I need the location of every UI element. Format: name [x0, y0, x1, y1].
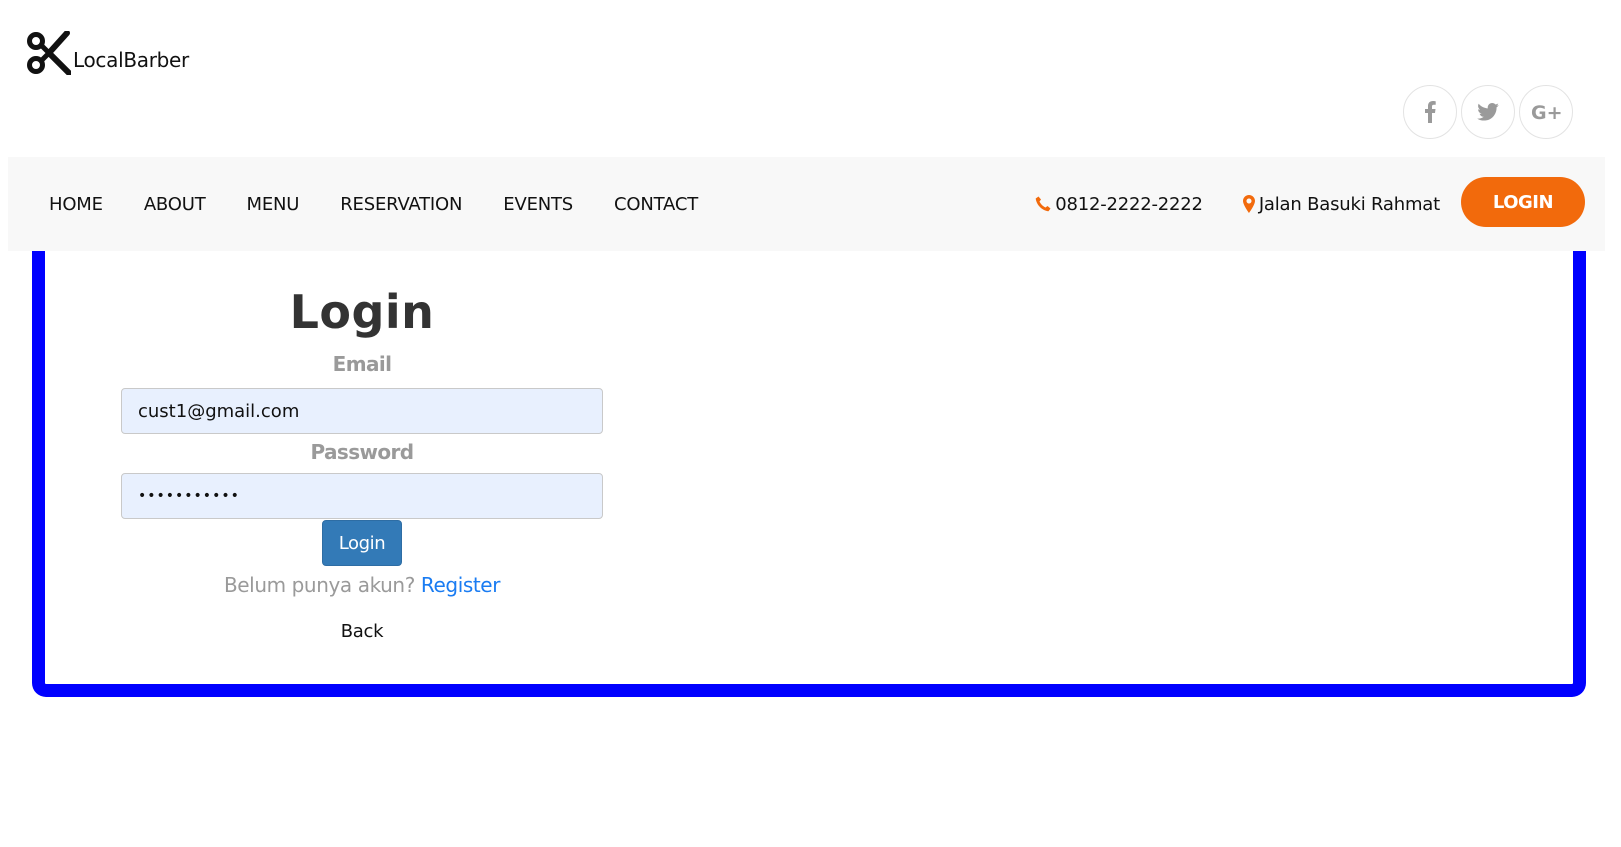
main-navbar: HOME ABOUT MENU RESERVATION EVENTS CONTA…: [8, 157, 1605, 251]
login-title: Login: [289, 285, 435, 339]
phone-number: 0812-2222-2222: [1055, 193, 1203, 215]
register-link[interactable]: Register: [421, 573, 501, 597]
map-marker-icon: [1242, 195, 1255, 213]
google-plus-icon: G+: [1531, 103, 1561, 121]
brand-logo[interactable]: LocalBarber: [27, 31, 189, 75]
address-info: Jalan Basuki Rahmat: [1242, 193, 1440, 215]
password-input[interactable]: [121, 473, 603, 519]
nav-item-menu[interactable]: MENU: [247, 194, 300, 215]
twitter-button[interactable]: [1461, 85, 1515, 139]
phone-info: 0812-2222-2222: [1035, 194, 1203, 215]
facebook-icon: [1425, 101, 1436, 123]
brand-name: LocalBarber: [73, 48, 189, 72]
back-link[interactable]: Back: [341, 621, 384, 642]
social-links: G+: [1403, 85, 1573, 139]
svg-text:G+: G+: [1531, 103, 1561, 121]
login-form: Login Email Password Login Belum punya a…: [121, 251, 603, 642]
phone-icon: [1035, 196, 1051, 212]
login-card: Login Email Password Login Belum punya a…: [32, 251, 1586, 697]
nav-right: 0812-2222-2222 Jalan Basuki Rahmat LOGIN: [1035, 177, 1585, 227]
twitter-icon: [1477, 103, 1499, 121]
google-plus-button[interactable]: G+: [1519, 85, 1573, 139]
password-label: Password: [310, 440, 414, 464]
nav-item-reservation[interactable]: RESERVATION: [340, 194, 462, 215]
login-submit-button[interactable]: Login: [322, 520, 402, 566]
nav-item-home[interactable]: HOME: [49, 194, 103, 215]
nav-item-about[interactable]: ABOUT: [144, 194, 206, 215]
register-line: Belum punya akun? Register: [121, 573, 603, 597]
nav-links: HOME ABOUT MENU RESERVATION EVENTS CONTA…: [49, 194, 739, 215]
nav-item-events[interactable]: EVENTS: [503, 194, 573, 215]
facebook-button[interactable]: [1403, 85, 1457, 139]
scissors-icon: [27, 31, 71, 75]
nav-item-contact[interactable]: CONTACT: [614, 194, 698, 215]
register-prompt: Belum punya akun?: [223, 573, 415, 597]
email-label: Email: [332, 352, 392, 376]
address-text: Jalan Basuki Rahmat: [1258, 193, 1440, 215]
nav-login-button[interactable]: LOGIN: [1461, 177, 1585, 227]
email-input[interactable]: [121, 388, 603, 434]
